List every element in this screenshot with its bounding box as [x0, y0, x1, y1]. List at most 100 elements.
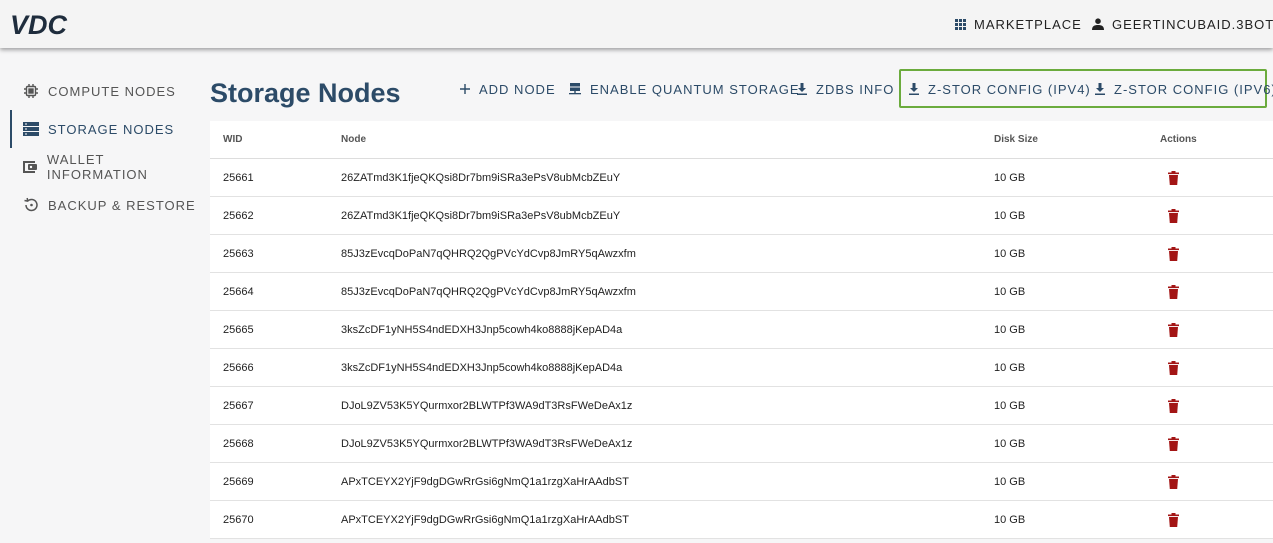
header-disk-size: Disk Size — [994, 134, 1038, 145]
server-network-icon — [569, 83, 581, 95]
cell-actions — [1160, 349, 1179, 386]
delete-button[interactable] — [1168, 436, 1179, 451]
header-wid: WID — [223, 134, 243, 145]
cell-disk-size: 10 GB — [994, 513, 1026, 526]
sidebar-item-storage-nodes[interactable]: STORAGE NODES — [0, 110, 200, 148]
cell-actions — [1160, 501, 1179, 538]
cell-wid: 25666 — [223, 361, 254, 374]
delete-button[interactable] — [1168, 246, 1179, 261]
cell-wid: 25670 — [223, 513, 254, 526]
delete-button[interactable] — [1168, 474, 1179, 489]
svg-text:VDC: VDC — [10, 11, 68, 37]
header-node: Node — [341, 134, 366, 145]
top-app-bar: VDC MARKETPLACE GEERTINCUBAID.3BOT — [0, 0, 1273, 48]
chip-icon — [22, 82, 40, 100]
delete-button[interactable] — [1168, 208, 1179, 223]
sidebar: COMPUTE NODES STORAGE NODES WALLET INFOR… — [0, 72, 200, 224]
enable-quantum-storage-button[interactable]: ENABLE QUANTUM STORAGE — [569, 80, 800, 98]
cell-disk-size: 10 GB — [994, 437, 1026, 450]
download-icon — [1095, 83, 1105, 95]
trash-icon — [1168, 170, 1179, 185]
cell-wid: 25667 — [223, 399, 254, 412]
table-row: 25661 26ZATmd3K1fjeQKQsi8Dr7bm9iSRa3ePsV… — [210, 159, 1273, 197]
zstor-ipv6-label: Z-STOR CONFIG (IPV6) — [1114, 81, 1273, 97]
cell-wid: 25662 — [223, 209, 254, 222]
table-row: 25670 APxTCEYX2YjF9dgDGwRrGsi6gNmQ1a1rzg… — [210, 501, 1273, 539]
toolbar: ADD NODE ENABLE QUANTUM STORAGE ZDBS INF… — [210, 69, 1273, 122]
sidebar-item-label: COMPUTE NODES — [48, 83, 176, 99]
person-icon — [1092, 18, 1104, 30]
zstor-config-ipv6-button[interactable]: Z-STOR CONFIG (IPV6) — [1095, 80, 1273, 98]
delete-button[interactable] — [1168, 284, 1179, 299]
cell-node: 26ZATmd3K1fjeQKQsi8Dr7bm9iSRa3ePsV8ubMcb… — [341, 171, 621, 184]
table-row: 25662 26ZATmd3K1fjeQKQsi8Dr7bm9iSRa3ePsV… — [210, 197, 1273, 235]
cell-disk-size: 10 GB — [994, 323, 1026, 336]
cell-node: DJoL9ZV53K5YQurmxor2BLWTPf3WA9dT3RsFWeDe… — [341, 437, 633, 450]
enable-quantum-label: ENABLE QUANTUM STORAGE — [590, 81, 800, 97]
cell-wid: 25661 — [223, 171, 254, 184]
sidebar-item-label: BACKUP & RESTORE — [48, 197, 196, 213]
marketplace-label: MARKETPLACE — [974, 16, 1082, 32]
cell-actions — [1160, 235, 1179, 272]
add-node-button[interactable]: ADD NODE — [460, 80, 556, 98]
sidebar-item-compute-nodes[interactable]: COMPUTE NODES — [0, 72, 200, 110]
sidebar-item-label: WALLET INFORMATION — [46, 152, 148, 182]
cell-actions — [1160, 159, 1179, 196]
trash-icon — [1168, 436, 1179, 451]
vdc-logo[interactable]: VDC — [10, 11, 78, 37]
trash-icon — [1168, 284, 1179, 299]
sidebar-item-backup-restore[interactable]: BACKUP & RESTORE — [0, 186, 200, 224]
cell-wid: 25663 — [223, 247, 254, 260]
sidebar-item-wallet-information[interactable]: WALLET INFORMATION — [0, 148, 200, 186]
cell-disk-size: 10 GB — [994, 209, 1026, 222]
delete-button[interactable] — [1168, 360, 1179, 375]
delete-button[interactable] — [1168, 322, 1179, 337]
grid-icon — [955, 18, 966, 30]
table-row: 25667 DJoL9ZV53K5YQurmxor2BLWTPf3WA9dT3R… — [210, 387, 1273, 425]
trash-icon — [1168, 398, 1179, 413]
delete-button[interactable] — [1168, 398, 1179, 413]
trash-icon — [1168, 512, 1179, 527]
table-row: 25666 3ksZcDF1yNH5S4ndEDXH3Jnp5cowh4ko88… — [210, 349, 1273, 387]
zstor-config-ipv4-button[interactable]: Z-STOR CONFIG (IPV4) — [909, 80, 1091, 98]
storage-icon — [22, 120, 40, 138]
sidebar-item-label: STORAGE NODES — [48, 121, 175, 137]
storage-nodes-table: WID Node Disk Size Actions 25661 26ZATmd… — [210, 121, 1273, 539]
cell-disk-size: 10 GB — [994, 247, 1026, 260]
delete-button[interactable] — [1168, 512, 1179, 527]
cell-actions — [1160, 273, 1179, 310]
zdbs-info-button[interactable]: ZDBS INFO — [797, 80, 894, 98]
cell-actions — [1160, 197, 1179, 234]
delete-button[interactable] — [1168, 170, 1179, 185]
cell-disk-size: 10 GB — [994, 285, 1026, 298]
download-icon — [909, 83, 919, 95]
cell-node: APxTCEYX2YjF9dgDGwRrGsi6gNmQ1a1rzgXaHrAA… — [341, 513, 629, 526]
header-actions: Actions — [1160, 134, 1197, 145]
cell-node: 3ksZcDF1yNH5S4ndEDXH3Jnp5cowh4ko8888jKep… — [341, 323, 623, 336]
cell-disk-size: 10 GB — [994, 361, 1026, 374]
cell-node: 85J3zEvcqDoPaN7qQHRQ2QgPVcYdCvp8JmRY5qAw… — [341, 247, 636, 260]
cell-disk-size: 10 GB — [994, 171, 1026, 184]
user-account-button[interactable]: GEERTINCUBAID.3BOT — [1092, 16, 1273, 32]
table-row: 25668 DJoL9ZV53K5YQurmxor2BLWTPf3WA9dT3R… — [210, 425, 1273, 463]
trash-icon — [1168, 322, 1179, 337]
cell-disk-size: 10 GB — [994, 399, 1026, 412]
zstor-ipv4-label: Z-STOR CONFIG (IPV4) — [928, 81, 1091, 97]
cell-disk-size: 10 GB — [994, 475, 1026, 488]
cell-actions — [1160, 425, 1179, 462]
cell-wid: 25664 — [223, 285, 254, 298]
trash-icon — [1168, 360, 1179, 375]
wallet-icon — [22, 158, 39, 176]
restore-icon — [22, 196, 40, 214]
download-icon — [797, 83, 807, 95]
table-row: 25664 85J3zEvcqDoPaN7qQHRQ2QgPVcYdCvp8Jm… — [210, 273, 1273, 311]
plus-icon — [460, 84, 470, 94]
cell-node: APxTCEYX2YjF9dgDGwRrGsi6gNmQ1a1rzgXaHrAA… — [341, 475, 629, 488]
cell-node: DJoL9ZV53K5YQurmxor2BLWTPf3WA9dT3RsFWeDe… — [341, 399, 633, 412]
cell-wid: 25665 — [223, 323, 254, 336]
cell-actions — [1160, 463, 1179, 500]
zdbs-info-label: ZDBS INFO — [816, 81, 895, 97]
marketplace-button[interactable]: MARKETPLACE — [955, 16, 1082, 32]
table-header: WID Node Disk Size Actions — [210, 121, 1273, 159]
cell-node: 3ksZcDF1yNH5S4ndEDXH3Jnp5cowh4ko8888jKep… — [341, 361, 623, 374]
